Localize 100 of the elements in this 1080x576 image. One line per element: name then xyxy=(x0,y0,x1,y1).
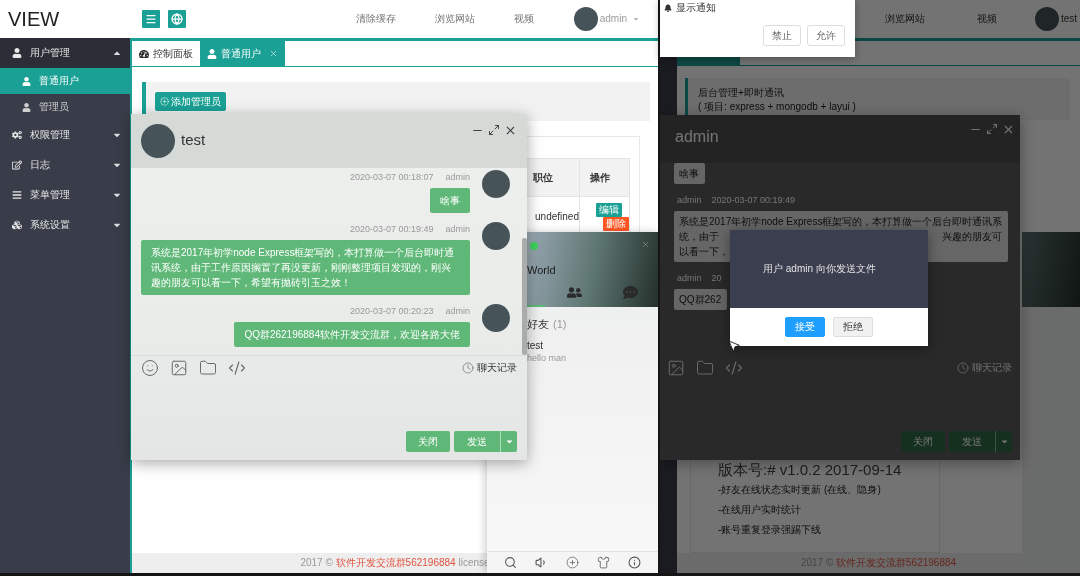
message-time: 2020-03-07 00:19:49 xyxy=(349,224,434,234)
accept-button[interactable]: 接受 xyxy=(785,317,825,337)
dropdown-button[interactable] xyxy=(995,431,1012,452)
user-icon xyxy=(22,76,31,86)
caret-icon xyxy=(504,437,514,446)
image-icon[interactable] xyxy=(170,358,188,377)
search-icon[interactable] xyxy=(504,556,517,569)
changelog-item: -在线用户实时统计 xyxy=(718,503,803,517)
tab[interactable]: 普通用户 xyxy=(200,41,285,66)
friend-name[interactable]: test xyxy=(527,340,544,352)
message-bubble: 啥事 xyxy=(430,188,470,213)
friend-signature: hello man xyxy=(527,352,567,364)
scrollbar-thumb[interactable] xyxy=(522,238,527,355)
menu-icon xyxy=(145,13,157,25)
cubes-icon xyxy=(12,220,22,230)
folder-icon[interactable] xyxy=(199,358,217,377)
message-sender: admin xyxy=(445,224,470,234)
close-button[interactable]: 关闭 xyxy=(901,431,945,452)
message-text: 兴趣的朋友可 xyxy=(942,230,1003,244)
footer-link[interactable]: 软件开发交流群562196884 xyxy=(335,557,456,568)
user-name[interactable]: admin xyxy=(599,13,627,25)
info-icon[interactable] xyxy=(628,556,641,569)
user-icon xyxy=(207,48,217,59)
nav-link[interactable]: 清除缓存 xyxy=(355,13,396,25)
image-icon[interactable] xyxy=(667,358,685,377)
message-sender: admin xyxy=(445,306,470,316)
clock-icon xyxy=(462,361,474,374)
nav-link[interactable]: 浏览网站 xyxy=(434,13,475,25)
code-icon[interactable] xyxy=(725,358,743,377)
send-button[interactable]: 发送 xyxy=(454,431,500,452)
code-icon[interactable] xyxy=(228,358,246,377)
dialog-message: 用户 admin 向你发送文件 xyxy=(763,262,876,276)
nav-link[interactable]: 视频 xyxy=(513,13,534,25)
message-time: 2020-03-07 00:19:49 xyxy=(711,195,796,205)
avatar xyxy=(482,304,510,332)
reject-button[interactable]: 拒绝 xyxy=(833,317,873,337)
user-name[interactable]: test xyxy=(1060,13,1077,25)
deny-button[interactable]: 禁止 xyxy=(763,25,801,46)
close-icon[interactable] xyxy=(1002,123,1015,136)
send-button[interactable]: 发送 xyxy=(949,431,995,452)
sidebar-item[interactable]: 管理员 xyxy=(0,94,130,120)
window-title: test xyxy=(181,130,206,148)
message-sender: admin xyxy=(677,195,702,205)
globe-button[interactable] xyxy=(168,10,186,28)
clock-icon xyxy=(957,361,969,374)
notification-text: 显示通知 xyxy=(676,1,716,15)
maximize-icon[interactable] xyxy=(986,123,998,135)
window-title: admin xyxy=(675,128,719,146)
avatar xyxy=(1034,7,1059,31)
column-header: 操作 xyxy=(579,158,630,197)
close-icon[interactable] xyxy=(504,124,517,137)
avatar xyxy=(141,124,175,158)
speaker-icon[interactable] xyxy=(535,556,548,569)
intro-subtitle: ( 项目: express + mongodb + layui ) xyxy=(698,100,857,114)
plus-circle-icon xyxy=(160,97,169,106)
chat-bubble-icon xyxy=(623,285,638,300)
edit-button[interactable]: 编辑 xyxy=(596,202,622,217)
list-icon xyxy=(12,190,22,200)
avatar xyxy=(573,7,598,31)
group-title[interactable]: 好友 xyxy=(527,318,549,330)
sidebar-item[interactable]: 菜单管理 xyxy=(0,180,130,210)
sidebar-item[interactable]: 用户管理 xyxy=(0,38,130,68)
message-sender: admin xyxy=(445,172,470,182)
sidebar-item[interactable]: 日志 xyxy=(0,150,130,180)
sidebar-item[interactable]: 普通用户 xyxy=(0,68,130,94)
dashboard-icon xyxy=(139,48,149,59)
group-icon xyxy=(566,285,582,300)
message-bubble: 系统是2017年初学node Express框架写的，本打算做一个后台即时通讯系统，由于工作原因搁置了再没更新，刚刚整理项目发现的，刚兴趣的朋友可以看一下，希望有抛砖引玉之效！ xyxy=(141,240,470,295)
delete-button[interactable]: 删除 xyxy=(603,216,629,231)
sidebar-item[interactable]: 系统设置 xyxy=(0,210,130,240)
smiley-icon[interactable] xyxy=(141,358,159,377)
user-name: World xyxy=(527,264,556,276)
message-time: 20 xyxy=(711,273,722,283)
message-text: 统，由于 xyxy=(679,230,719,244)
plus-circle-icon[interactable] xyxy=(566,556,579,569)
avatar xyxy=(482,170,510,198)
history-link[interactable]: 聊天记录 xyxy=(462,360,517,375)
user-icon xyxy=(22,102,31,112)
close-button[interactable]: 关闭 xyxy=(406,431,450,452)
caret-icon xyxy=(632,15,640,23)
message-text: QQ群262 xyxy=(679,293,722,307)
message-time: 2020-03-07 00:18:07 xyxy=(349,172,434,182)
bell-icon xyxy=(664,4,672,12)
menu-button[interactable] xyxy=(142,10,160,28)
allow-button[interactable]: 允许 xyxy=(807,25,845,46)
globe-icon xyxy=(171,13,183,25)
shirt-icon[interactable] xyxy=(597,556,610,569)
group-count: (1) xyxy=(553,318,567,330)
nav-link[interactable]: 浏览网站 xyxy=(884,13,925,25)
message-time: 2020-03-07 00:20:23 xyxy=(349,306,434,316)
avatar xyxy=(482,222,510,250)
nav-link[interactable]: 视频 xyxy=(976,13,997,25)
footer-link[interactable]: 软件开发交流群562196884 xyxy=(836,557,957,568)
add-button[interactable]: 添加管理员 xyxy=(155,92,226,111)
sidebar-item[interactable]: 权限管理 xyxy=(0,120,130,150)
logo-text: VIEW xyxy=(7,7,61,31)
maximize-icon[interactable] xyxy=(488,124,500,136)
message-sender: admin xyxy=(677,273,702,283)
folder-icon[interactable] xyxy=(696,358,714,377)
message-bubble: QQ群262196884软件开发交流群，欢迎各路大佬 xyxy=(234,322,470,347)
